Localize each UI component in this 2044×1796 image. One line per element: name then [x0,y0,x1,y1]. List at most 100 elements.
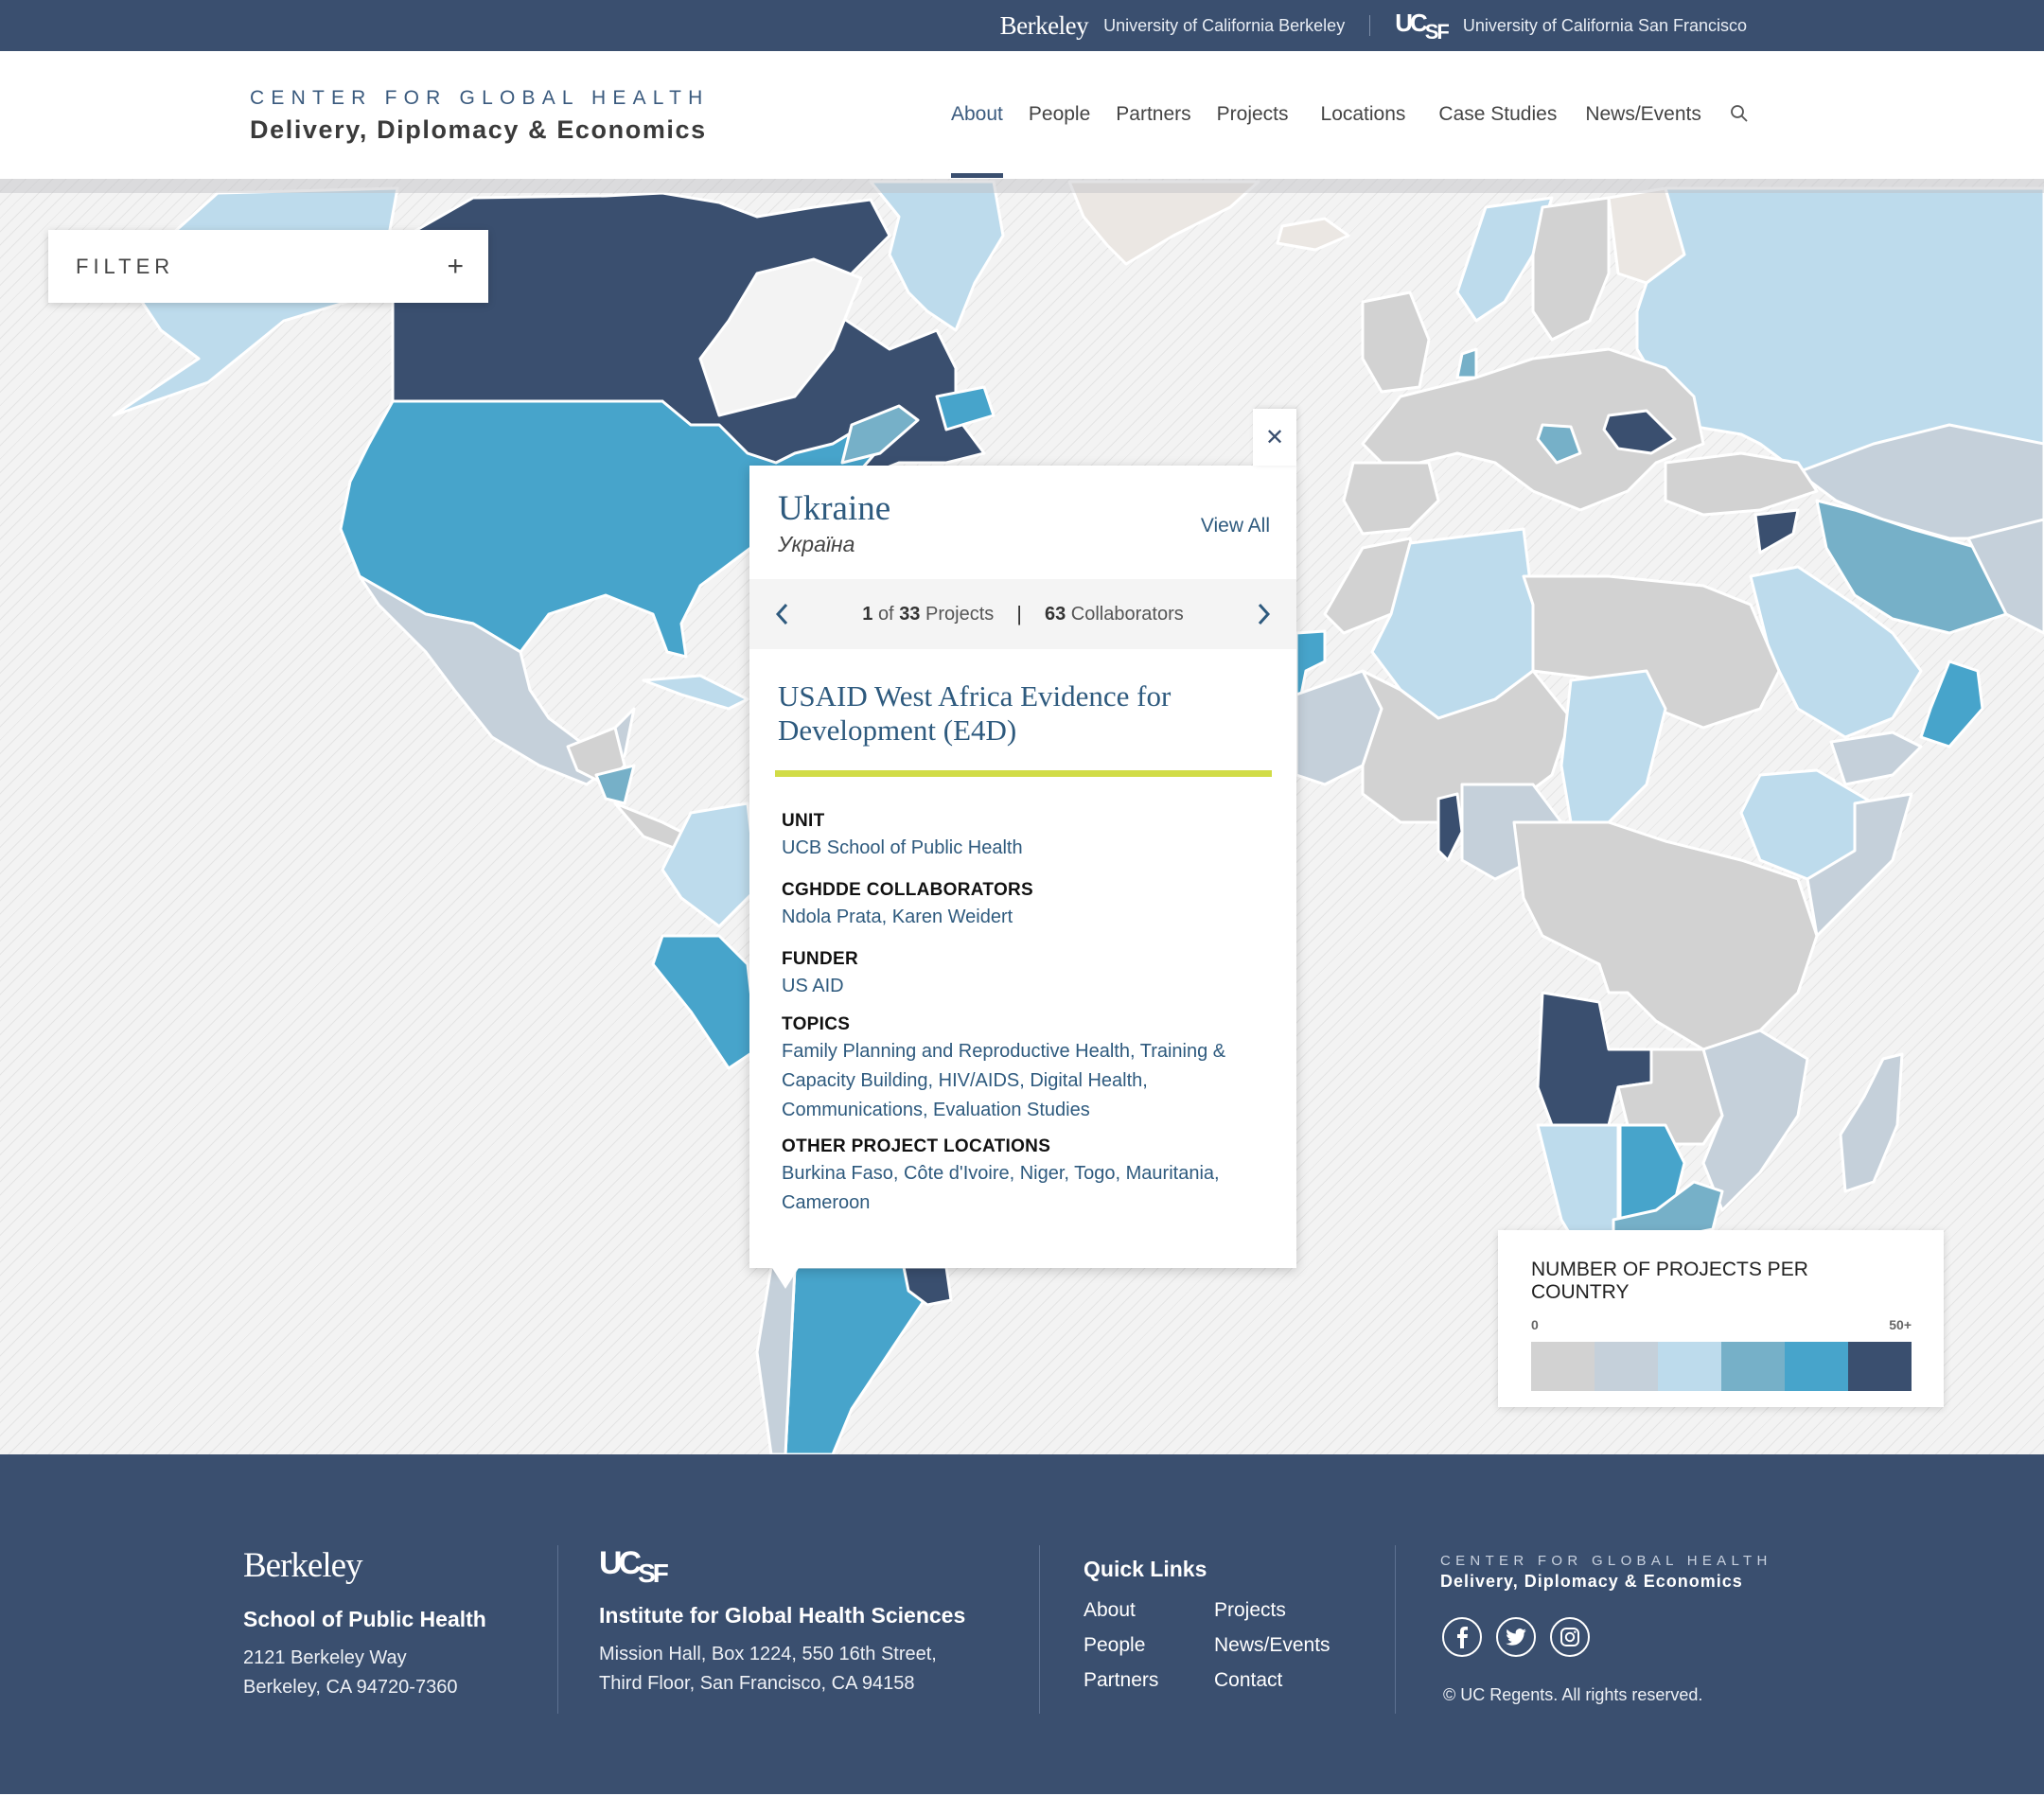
ucsf-logo-sf: SF [1424,19,1450,44]
close-popup-button[interactable]: ✕ [1253,409,1296,466]
country-iceland[interactable] [1276,217,1350,252]
view-all-link[interactable]: View All [1201,515,1270,537]
legend-swatch-3 [1721,1342,1785,1391]
country-greenland[interactable] [869,180,1005,332]
footer-ucsf: UCSF Institute for Global Health Science… [599,1545,965,1699]
footer-link-contact[interactable]: Contact [1214,1669,1347,1692]
legend-swatch-4 [1785,1342,1848,1391]
country-turkey[interactable] [1664,451,1819,517]
ucsf-link[interactable]: University of California San Francisco [1463,16,1747,36]
plus-icon[interactable]: + [447,252,464,281]
footer-divider [1395,1545,1396,1714]
field-label-unit: UNIT [782,811,825,831]
legend-swatch-2 [1658,1342,1721,1391]
collaborator-count: 63 Collaborators [1045,604,1184,625]
country-iberia[interactable] [1342,461,1440,536]
filter-label: FILTER [76,254,175,278]
legend-min: 0 [1531,1317,1539,1332]
country-sweden[interactable] [1531,196,1611,342]
field-value-unit: UCB School of Public Health [782,837,1023,858]
footer-berkeley-logo[interactable]: Berkeley [243,1545,486,1586]
footer-link-partners[interactable]: Partners [1084,1669,1214,1692]
ucsf-logo-uc: UC [1395,8,1428,37]
address-line: Berkeley, CA 94720-7360 [243,1677,458,1698]
footer-berkeley-address: 2121 Berkeley Way Berkeley, CA 94720-736… [243,1644,486,1702]
country-cuba[interactable] [642,674,749,711]
project-title[interactable]: USAID West Africa Evidence for Developme… [775,679,1272,777]
site-footer: Berkeley School of Public Health 2121 Be… [0,1454,2044,1794]
country-syria[interactable] [1753,508,1800,555]
copyright: © UC Regents. All rights reserved. [1443,1685,1703,1704]
field-label-topics: TOPICS [782,1014,851,1034]
project-pager: 1 of 33 Projects | 63 Collaborators [749,579,1296,649]
footer-berkeley: Berkeley School of Public Health 2121 Be… [243,1545,486,1702]
country-oman[interactable] [1919,660,1984,748]
ucsf-logo[interactable]: UCSF [1395,8,1450,44]
main-nav: About People Partners Projects Locations… [951,51,1751,178]
footer-ucsf-heading: Institute for Global Health Sciences [599,1603,966,1628]
country-madagascar[interactable] [1839,1052,1904,1193]
footer-link-projects[interactable]: Projects [1214,1599,1347,1622]
site-logo[interactable]: CENTER FOR GLOBAL HEALTH Delivery, Diplo… [250,87,710,145]
nav-partners[interactable]: Partners [1116,51,1190,178]
twitter-icon[interactable] [1496,1617,1536,1657]
country-uk[interactable] [1361,291,1431,394]
footer-link-people[interactable]: People [1084,1634,1214,1657]
map-top-shadow [0,179,2044,193]
footer-link-news-events[interactable]: News/Events [1214,1634,1347,1657]
university-bar: Berkeley University of California Berkel… [0,0,2044,51]
country-netherlands[interactable] [1455,347,1478,379]
country-peru[interactable] [651,934,759,1070]
quick-links-heading: Quick Links [1084,1557,1207,1581]
country-benin[interactable] [1436,792,1464,862]
ucsf-logo-uc: UC [599,1545,642,1581]
current-project: 1 [862,603,873,625]
search-icon[interactable] [1730,104,1751,125]
footer-divider [1039,1545,1040,1714]
berkeley-logo[interactable]: Berkeley [1000,11,1089,41]
berkeley-link[interactable]: University of California Berkeley [1103,16,1345,36]
legend-range: 0 50+ [1531,1317,1912,1332]
country-native-name: Україна [778,532,855,556]
footer-brand-line2: Delivery, Diplomacy & Economics [1440,1572,1743,1591]
field-label-funder: FUNDER [782,949,858,969]
field-label-collaborators: CGHDDE COLLABORATORS [782,880,1034,900]
footer-brand: CENTER FOR GLOBAL HEALTH Delivery, Diplo… [1440,1553,1772,1705]
country-colombia[interactable] [661,801,759,928]
chevron-right-icon[interactable] [1253,600,1274,628]
brand-line1: CENTER FOR GLOBAL HEALTH [250,87,710,109]
nav-news-events[interactable]: News/Events [1585,51,1701,178]
footer-brand-line1: CENTER FOR GLOBAL HEALTH [1440,1553,1772,1569]
country-yemen[interactable] [1829,731,1923,786]
country-popup: Ukraine Україна View All 1 of 33 Project… [749,466,1296,1289]
arctic-island[interactable] [1067,180,1260,266]
field-value-collaborators: Ndola Prata, Karen Weidert [782,907,1013,927]
quick-links: Quick Links About Projects People News/E… [1084,1557,1347,1692]
project-count: 1 of 33 Projects [862,604,994,625]
project-details: USAID West Africa Evidence for Developme… [749,649,1296,1218]
filter-toggle[interactable]: FILTER + [48,230,488,303]
nav-locations[interactable]: Locations [1321,51,1406,178]
collaborators-label: Collaborators [1070,603,1184,625]
chevron-left-icon[interactable] [772,600,793,628]
legend-title: NUMBER OF PROJECTS PER COUNTRY [1531,1259,1808,1303]
projects-label: Projects [925,603,995,625]
footer-ucsf-logo[interactable]: UCSF [599,1545,965,1588]
country-argentina[interactable] [784,1265,929,1454]
nav-people[interactable]: People [1029,51,1090,178]
nav-about[interactable]: About [951,51,1003,178]
country-sudan[interactable] [1559,669,1667,824]
ucsf-logo-sf: SF [638,1558,669,1588]
footer-link-about[interactable]: About [1084,1599,1214,1622]
footer-ucsf-address: Mission Hall, Box 1224, 550 16th Street,… [599,1640,965,1699]
nav-case-studies[interactable]: Case Studies [1438,51,1557,178]
nav-projects[interactable]: Projects [1217,51,1289,178]
facebook-icon[interactable] [1442,1617,1482,1657]
social-links [1442,1617,1772,1657]
instagram-icon[interactable] [1550,1617,1590,1657]
brand-line2: Delivery, Diplomacy & Economics [250,115,707,144]
of-label: of [877,603,894,625]
newfoundland[interactable] [935,385,996,431]
world-map[interactable]: FILTER + ✕ Ukraine Україна View All 1 of… [0,179,2044,1454]
footer-berkeley-heading: School of Public Health [243,1607,486,1631]
